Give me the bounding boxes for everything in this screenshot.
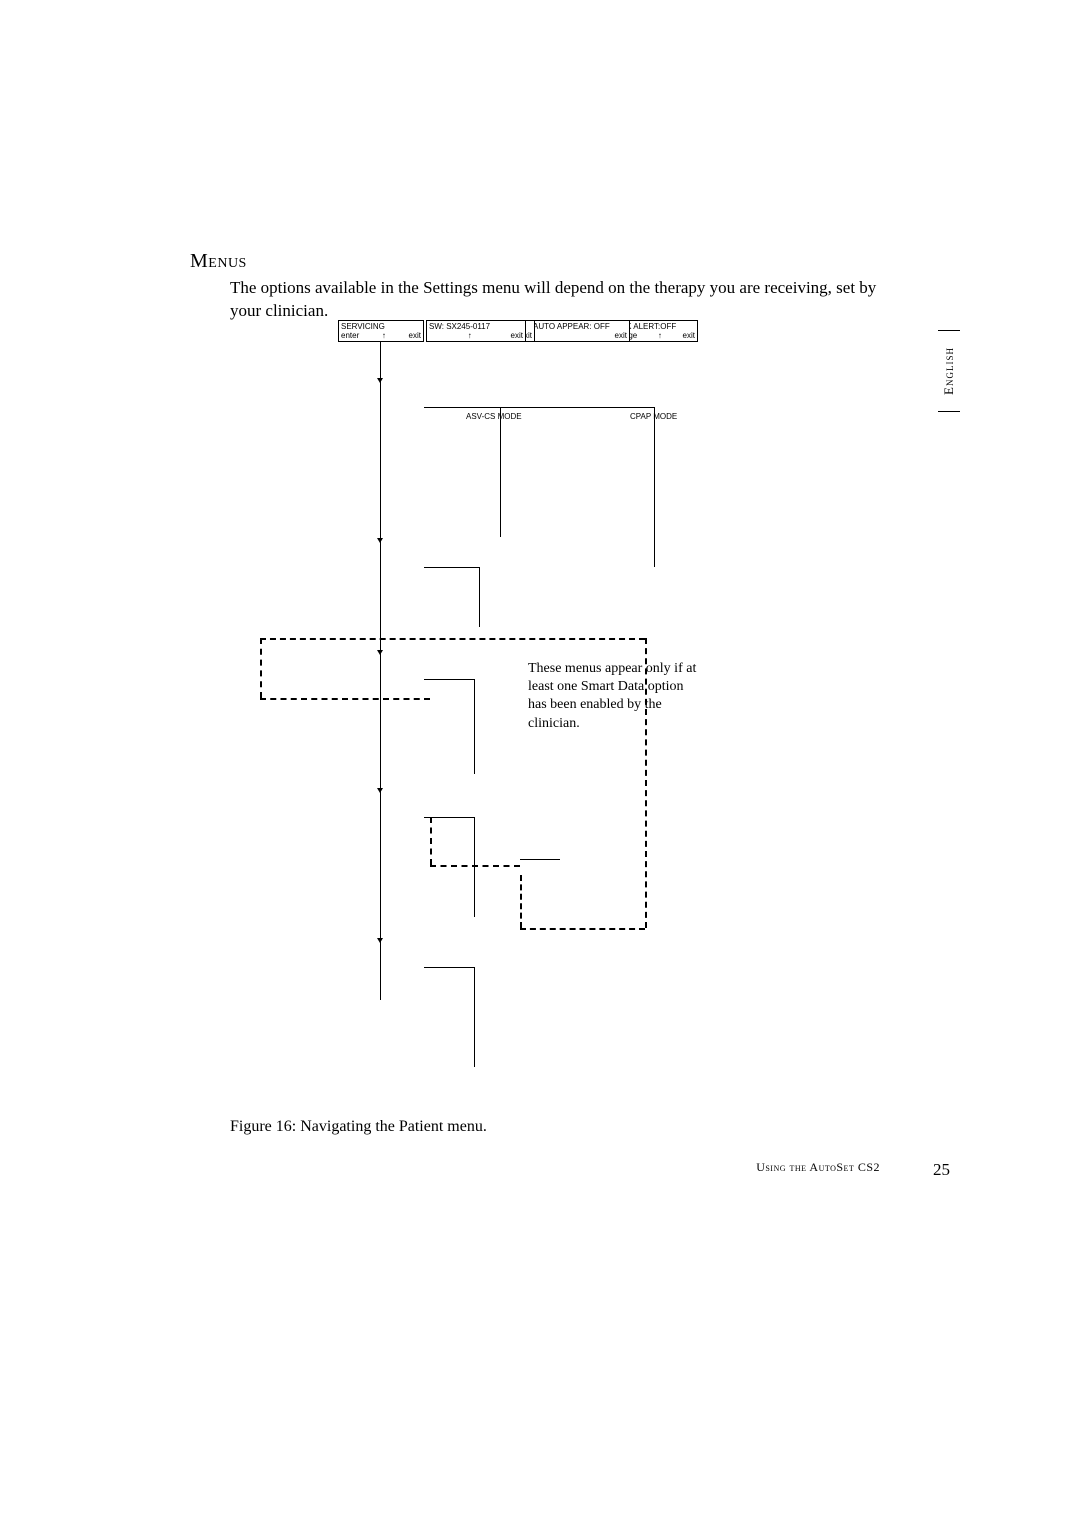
spine-line — [380, 340, 381, 1000]
dashed-border — [520, 875, 522, 928]
language-tab: English — [938, 330, 960, 412]
page-number: 25 — [933, 1160, 950, 1180]
dashed-border — [260, 638, 262, 698]
connector — [424, 679, 474, 680]
footer-section-label: Using the AutoSet CS2 — [756, 1160, 880, 1175]
connector — [474, 817, 475, 917]
servicing-title: SERVICING — [341, 322, 421, 331]
dashed-border — [520, 928, 645, 930]
dashed-border — [430, 817, 432, 865]
connector — [520, 859, 560, 860]
connector — [424, 567, 479, 568]
intro-paragraph: The options available in the Settings me… — [230, 277, 890, 323]
page: Menus The options available in the Setti… — [0, 0, 1080, 1528]
dashed-border — [260, 698, 430, 700]
connector — [474, 679, 475, 774]
box-servicing: SERVICING enter↑exit — [338, 320, 424, 342]
figure-caption: Figure 16: Navigating the Patient menu. — [230, 1118, 487, 1136]
arrow-down-icon — [377, 378, 383, 383]
arrow-down-icon — [377, 538, 383, 543]
sw-title: SW: SX245-0117 — [429, 322, 523, 331]
connector — [654, 419, 655, 567]
box-auto-appear: AUTO APPEAR: OFF exit — [530, 320, 630, 342]
content-block: Menus The options available in the Setti… — [190, 250, 890, 323]
connector — [500, 419, 501, 537]
section-heading: Menus — [190, 250, 890, 273]
language-tab-label: English — [941, 347, 957, 395]
mode-asv-label: ASV-CS MODE — [466, 412, 522, 421]
arrow-down-icon — [377, 788, 383, 793]
connector — [479, 567, 480, 627]
arrow-down-icon — [377, 938, 383, 943]
arrow-down-icon — [377, 650, 383, 655]
results-note: These menus appear only if at least one … — [528, 660, 698, 733]
connector — [474, 967, 475, 1067]
menu-diagram: AUTOSET CS2 menu SETTINGS enter↓exit ASV… — [270, 320, 790, 1110]
dashed-border — [260, 638, 645, 640]
box-sw: SW: SX245-0117 ↑exit — [426, 320, 526, 342]
connector — [424, 967, 474, 968]
dashed-border — [430, 865, 520, 867]
auto-title: AUTO APPEAR: OFF — [533, 322, 627, 331]
connector — [424, 407, 654, 408]
